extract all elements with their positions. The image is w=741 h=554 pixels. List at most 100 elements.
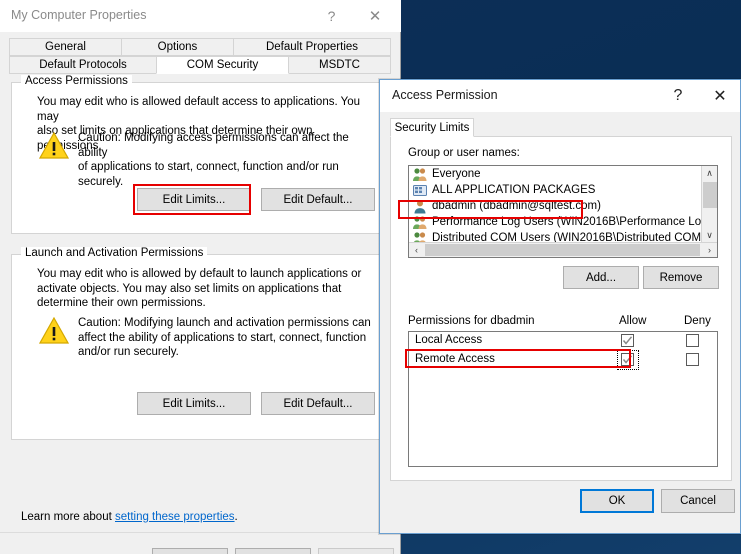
launch-desc-line1: You may edit who is allowed by default t… — [37, 268, 362, 280]
help-icon[interactable]: ? — [662, 80, 694, 112]
list-item-label: dbadmin (dbadmin@sqltest.com) — [432, 200, 601, 212]
tab-options[interactable]: Options — [121, 38, 234, 56]
close-icon[interactable]: ✕ — [355, 0, 395, 32]
group-or-user-names-label: Group or user names: — [408, 147, 520, 159]
access-permission-titlebar: Access Permission ? ✕ — [380, 80, 740, 112]
access-edit-default-label: Edit Default... — [283, 193, 353, 206]
launch-permissions-title: Launch and Activation Permissions — [21, 247, 208, 259]
tab-default-properties[interactable]: Default Properties — [233, 38, 391, 56]
list-item-everyone[interactable]: Everyone — [409, 166, 701, 182]
permissions-table[interactable]: Local Access Remote Access — [408, 331, 718, 467]
add-button[interactable]: Add... — [563, 266, 639, 289]
scroll-up-arrow-icon[interactable]: ∧ — [702, 166, 717, 181]
group-or-user-names-listbox[interactable]: Everyone ALL APPLICATION PACKAGES dbadmi… — [408, 165, 718, 258]
launch-desc-line2: activate objects. You may also set limit… — [37, 282, 342, 295]
horizontal-scrollbar-thumb[interactable] — [425, 244, 700, 256]
list-item-label: Everyone — [432, 168, 481, 180]
access-permission-cancel-button[interactable]: Cancel — [661, 489, 735, 513]
access-permissions-title: Access Permissions — [21, 75, 132, 87]
main-window-titlebar: My Computer Properties ? ✕ — [0, 0, 401, 32]
package-icon — [413, 184, 427, 196]
tab-security-limits[interactable]: Security Limits — [390, 118, 474, 137]
main-apply-button: Apply — [318, 548, 394, 554]
user-list-items: Everyone ALL APPLICATION PACKAGES dbadmi… — [409, 166, 701, 243]
group-icon — [413, 215, 427, 229]
main-window-title: My Computer Properties — [11, 8, 147, 22]
launch-caution-line3: and/or run securely. — [78, 346, 179, 358]
local-access-allow-checkbox[interactable] — [621, 334, 634, 347]
list-item-label: Performance Log Users (WIN2016B\Performa… — [432, 216, 701, 228]
userlist-horizontal-scrollbar[interactable]: ‹ › — [409, 242, 717, 257]
table-row-local-access[interactable]: Local Access — [409, 332, 717, 351]
launch-caution-line2: affect the ability of applications to st… — [78, 331, 367, 344]
access-caution-line2: of applications to start, connect, funct… — [78, 161, 339, 173]
main-cancel-button[interactable]: Cancel — [235, 548, 311, 554]
access-desc-line1: You may edit who is allowed default acce… — [37, 96, 361, 123]
tab-com-security-label: COM Security — [186, 59, 259, 71]
access-permission-title: Access Permission — [392, 88, 498, 102]
access-permission-panel: Group or user names: Everyone ALL APPLIC… — [390, 136, 732, 481]
scroll-right-arrow-icon[interactable]: › — [702, 243, 717, 257]
tab-row-1: General Options Default Properties — [9, 38, 391, 56]
list-item-dbadmin[interactable]: dbadmin (dbadmin@sqltest.com) — [409, 198, 701, 214]
access-edit-limits-label: Edit Limits... — [162, 193, 226, 206]
access-permission-tab-strip: Security Limits — [390, 118, 730, 137]
permissions-for-label: Permissions for dbadmin — [408, 315, 535, 327]
launch-permissions-description: You may edit who is allowed by default t… — [37, 267, 377, 311]
my-computer-properties-window: My Computer Properties ? ✕ General Optio… — [0, 0, 401, 554]
allow-column-header: Allow — [619, 315, 647, 327]
tab-strip: General Options Default Properties Defau… — [9, 38, 391, 74]
tab-general[interactable]: General — [9, 38, 122, 56]
tab-com-security[interactable]: COM Security — [156, 56, 289, 74]
close-icon[interactable]: ✕ — [700, 80, 740, 112]
access-permission-dialog: Access Permission ? ✕ Security Limits Gr… — [379, 79, 741, 534]
list-item-all-application-packages[interactable]: ALL APPLICATION PACKAGES — [409, 182, 701, 198]
access-permissions-caution: Caution: Modifying access permissions ca… — [78, 131, 378, 189]
remove-button[interactable]: Remove — [643, 266, 719, 289]
list-item-performance-log-users[interactable]: Performance Log Users (WIN2016B\Performa… — [409, 214, 701, 230]
deny-column-header: Deny — [684, 315, 711, 327]
learn-more-text: Learn more about setting these propertie… — [21, 511, 238, 523]
checkmark-icon — [622, 355, 633, 364]
user-icon — [414, 199, 426, 213]
add-label: Add... — [585, 271, 617, 284]
list-item-label: ALL APPLICATION PACKAGES — [432, 184, 596, 196]
setting-these-properties-link[interactable]: setting these properties — [115, 511, 235, 523]
access-permissions-groupbox: Access Permissions You may edit who is a… — [11, 75, 382, 234]
access-permission-ok-button[interactable]: OK — [580, 489, 654, 513]
launch-edit-default-button[interactable]: Edit Default... — [261, 392, 375, 415]
permission-name: Remote Access — [415, 353, 495, 365]
tab-default-protocols[interactable]: Default Protocols — [9, 56, 157, 74]
access-edit-default-button[interactable]: Edit Default... — [261, 188, 375, 211]
remote-access-deny-checkbox[interactable] — [686, 353, 699, 366]
group-icon — [413, 167, 427, 181]
launch-edit-limits-label: Edit Limits... — [162, 397, 226, 410]
userlist-vertical-scrollbar[interactable]: ∧ ∨ — [701, 166, 717, 243]
warning-triangle-icon — [39, 132, 69, 159]
tab-row-2: Default Protocols COM Security MSDTC — [9, 56, 391, 74]
remote-access-allow-checkbox[interactable] — [621, 353, 634, 366]
table-row-remote-access[interactable]: Remote Access — [409, 350, 717, 370]
access-edit-limits-button[interactable]: Edit Limits... — [137, 188, 251, 211]
remove-label: Remove — [659, 271, 703, 284]
tab-msdtc[interactable]: MSDTC — [288, 56, 391, 74]
tab-msdtc-label: MSDTC — [319, 59, 360, 71]
tab-security-limits-label: Security Limits — [394, 121, 470, 134]
help-icon[interactable]: ? — [315, 0, 348, 32]
local-access-deny-checkbox[interactable] — [686, 334, 699, 347]
launch-edit-default-label: Edit Default... — [283, 397, 353, 410]
main-ok-button[interactable]: OK — [152, 548, 228, 554]
vertical-scrollbar-thumb[interactable] — [703, 182, 717, 208]
access-caution-line1: Caution: Modifying access permissions ca… — [78, 132, 349, 159]
main-window-body: General Options Default Properties Defau… — [0, 32, 400, 554]
launch-permissions-groupbox: Launch and Activation Permissions You ma… — [11, 247, 382, 440]
launch-edit-limits-button[interactable]: Edit Limits... — [137, 392, 251, 415]
learn-more-suffix: . — [234, 511, 238, 523]
launch-desc-line3: determine their own permissions. — [37, 297, 206, 309]
scroll-left-arrow-icon[interactable]: ‹ — [409, 243, 424, 257]
scroll-down-arrow-icon[interactable]: ∨ — [702, 228, 717, 243]
tab-default-protocols-label: Default Protocols — [39, 59, 127, 71]
launch-caution-line1: Caution: Modifying launch and activation… — [78, 317, 371, 329]
learn-more-prefix: Learn more about — [21, 511, 115, 523]
permission-name: Local Access — [415, 334, 483, 346]
